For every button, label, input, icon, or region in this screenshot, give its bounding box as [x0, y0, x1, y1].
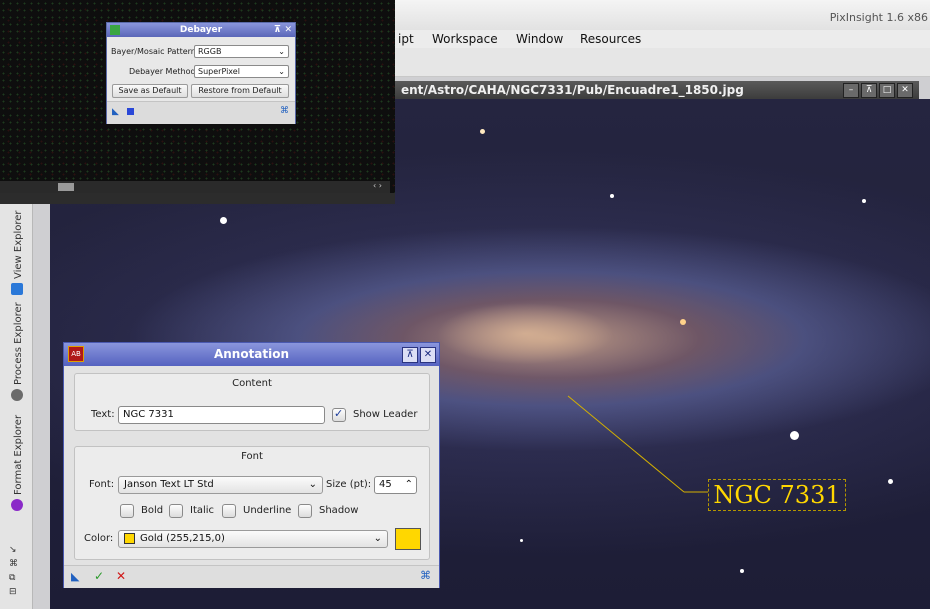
- debayer-title: Debayer: [179, 25, 223, 35]
- text-input[interactable]: NGC 7331: [118, 406, 325, 424]
- annotation-titlebar[interactable]: AB Annotation ⊼ ✕: [64, 343, 439, 366]
- star: [520, 539, 523, 542]
- save-as-default-button[interactable]: Save as Default: [112, 84, 188, 98]
- bold-checkbox[interactable]: [120, 504, 134, 518]
- star: [610, 194, 614, 198]
- spin-arrows-icon[interactable]: ⌃: [405, 477, 413, 492]
- star: [888, 479, 893, 484]
- debayer-footer: ◣ ⌘: [107, 101, 295, 124]
- italic-checkbox[interactable]: [169, 504, 183, 518]
- menu-resources[interactable]: Resources: [580, 32, 641, 46]
- format-explorer-icon[interactable]: [11, 499, 23, 511]
- method-select[interactable]: SuperPixel ⌄: [194, 65, 289, 78]
- new-instance-icon[interactable]: ◣: [112, 107, 119, 117]
- dock-control-icons[interactable]: ↘ ⌘ ⧉ ⊟: [9, 543, 18, 599]
- dock-tab-process-explorer[interactable]: Process Explorer: [13, 302, 24, 385]
- debayer-app-icon: [110, 25, 120, 35]
- annotation-label[interactable]: NGC 7331: [708, 479, 846, 511]
- debayer-dialog: Debayer ⊼ ✕ Bayer/Mosaic Pattern: RGGB ⌄ …: [106, 22, 296, 124]
- font-select[interactable]: Janson Text LT Std ⌄: [118, 476, 323, 494]
- close-icon[interactable]: ✕: [284, 23, 292, 37]
- debayer-titlebar[interactable]: Debayer ⊼ ✕: [107, 23, 295, 37]
- chevron-down-icon: ⌄: [278, 47, 285, 56]
- shade-icon[interactable]: ⊼: [402, 347, 418, 363]
- star: [480, 129, 485, 134]
- left-dock: View Explorer Process Explorer Format Ex…: [0, 203, 33, 609]
- underline-label: Underline: [243, 505, 292, 516]
- color-picker-button[interactable]: [395, 528, 421, 550]
- color-label: Color:: [84, 533, 114, 544]
- text-label: Text:: [91, 409, 115, 420]
- dock-tab-format-explorer[interactable]: Format Explorer: [13, 415, 24, 495]
- chevron-down-icon: ⌄: [278, 67, 285, 76]
- content-group-title: Content: [232, 378, 272, 389]
- star: [220, 217, 227, 224]
- star: [790, 431, 799, 440]
- underline-checkbox[interactable]: [222, 504, 236, 518]
- horizontal-scrollbar[interactable]: ‹ ›: [0, 181, 390, 193]
- color-select[interactable]: Gold (255,215,0) ⌄: [118, 530, 388, 548]
- show-leader-label: Show Leader: [353, 409, 418, 420]
- size-label: Size (pt):: [326, 479, 372, 490]
- cancel-icon[interactable]: ✕: [116, 569, 126, 583]
- pattern-value: RGGB: [198, 47, 222, 56]
- maximize-icon[interactable]: □: [879, 83, 895, 98]
- annotation-footer: ◣ ✓ ✕ ⌘: [64, 565, 439, 588]
- shade-icon[interactable]: ⊼: [274, 23, 281, 37]
- close-icon[interactable]: ✕: [420, 347, 436, 363]
- shade-icon[interactable]: ⊼: [861, 83, 877, 98]
- show-leader-checkbox[interactable]: ✓: [332, 407, 346, 422]
- shadow-label: Shadow: [319, 505, 359, 516]
- star: [680, 319, 686, 325]
- close-icon[interactable]: ✕: [897, 83, 913, 98]
- bold-label: Bold: [141, 505, 164, 516]
- menu-workspace[interactable]: Workspace: [432, 32, 498, 46]
- shadow-checkbox[interactable]: [298, 504, 312, 518]
- chevron-down-icon: ⌄: [308, 479, 317, 490]
- check-icon: ✓: [334, 407, 344, 420]
- dock-tab-view-explorer[interactable]: View Explorer: [13, 210, 24, 279]
- method-value: SuperPixel: [198, 67, 240, 76]
- scrollbar-thumb[interactable]: [58, 183, 74, 191]
- reset-icon[interactable]: ⌘: [420, 569, 431, 582]
- font-label: Font:: [89, 479, 115, 490]
- new-instance-icon[interactable]: ◣: [71, 570, 79, 583]
- font-value: Janson Text LT Std: [124, 479, 214, 490]
- star: [740, 569, 744, 573]
- menu-script[interactable]: ipt: [398, 32, 414, 46]
- color-swatch-icon: [124, 532, 135, 544]
- apply-global-icon[interactable]: [127, 108, 134, 115]
- bayer-window-bottom: [0, 193, 395, 204]
- color-value: Gold (255,215,0): [140, 533, 225, 544]
- menu-window[interactable]: Window: [516, 32, 563, 46]
- pattern-select[interactable]: RGGB ⌄: [194, 45, 289, 58]
- method-label: Debayer Method:: [129, 67, 199, 76]
- italic-label: Italic: [190, 505, 215, 516]
- image-window-titlebar[interactable]: ent/Astro/CAHA/NGC7331/Pub/Encuadre1_185…: [395, 81, 919, 99]
- reset-icon[interactable]: ⌘: [280, 106, 289, 116]
- image-window-title: ent/Astro/CAHA/NGC7331/Pub/Encuadre1_185…: [401, 83, 744, 97]
- minimize-icon[interactable]: –: [843, 83, 859, 98]
- size-spinbox[interactable]: 45 ⌃: [374, 476, 417, 494]
- pattern-label: Bayer/Mosaic Pattern:: [111, 47, 199, 56]
- annotation-title: Annotation: [213, 347, 290, 361]
- star: [862, 199, 866, 203]
- chevron-down-icon: ⌄: [373, 533, 382, 544]
- restore-default-button[interactable]: Restore from Default: [191, 84, 289, 98]
- size-value: 45: [379, 479, 392, 490]
- annotation-dialog: AB Annotation ⊼ ✕ Content Text: NGC 7331…: [63, 342, 440, 588]
- gear-icon[interactable]: [11, 389, 23, 401]
- view-explorer-icon[interactable]: [11, 283, 23, 295]
- app-title: PixInsight 1.6 x86: [829, 11, 928, 24]
- font-group-title: Font: [241, 451, 263, 462]
- scroll-arrows-icon[interactable]: ‹ ›: [373, 181, 382, 190]
- apply-icon[interactable]: ✓: [94, 569, 104, 583]
